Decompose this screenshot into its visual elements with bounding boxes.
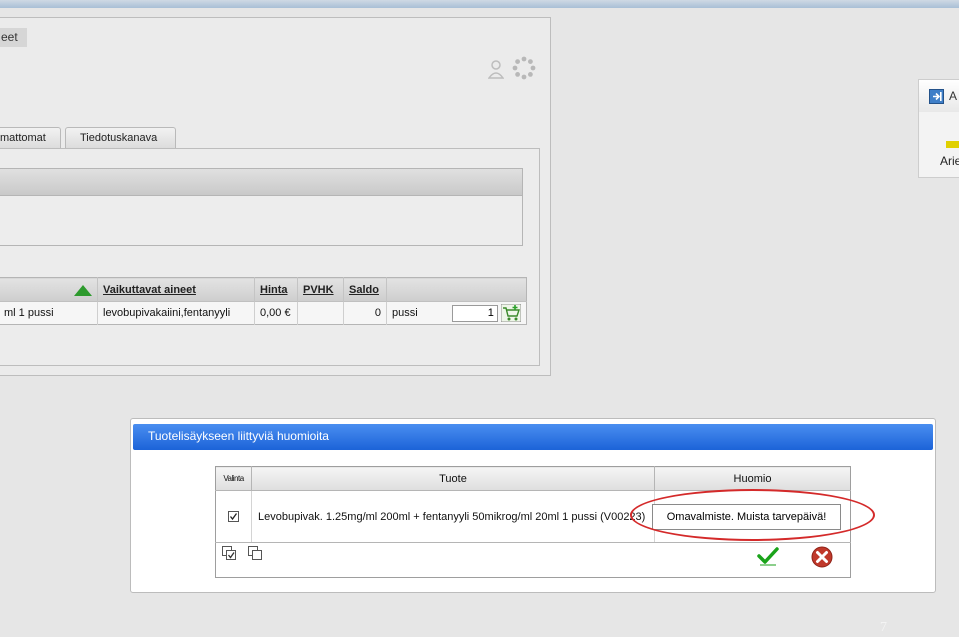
- column-header-balance[interactable]: Saldo: [343, 277, 387, 302]
- tab-tiedotuskanava[interactable]: Tiedotuskanava: [65, 127, 176, 148]
- product-name-cell: ml 1 pussi: [0, 301, 98, 325]
- note-cell: [652, 490, 851, 543]
- column-header-substances[interactable]: Vaikuttavat aineet: [97, 277, 255, 302]
- dialog-title: Tuotelisäykseen liittyviä huomioita: [148, 429, 329, 443]
- substances-cell: levobupivakaiini,fentanyyli: [97, 301, 255, 325]
- deselect-all-icon[interactable]: [248, 546, 262, 560]
- column-header-tuote: Tuote: [251, 466, 655, 491]
- tab-mattomat[interactable]: mattomat: [0, 127, 61, 148]
- right-widget-label: Arie: [940, 154, 959, 168]
- quantity-input[interactable]: [451, 304, 498, 322]
- table-row[interactable]: ml 1 pussi levobupivakaiini,fentanyyli 0…: [0, 301, 527, 325]
- tab-content: Vaikuttavat aineet Hinta PVHK Saldo ml 1…: [0, 148, 540, 366]
- top-bar: [0, 0, 959, 8]
- table-header-row: Vaikuttavat aineet Hinta PVHK Saldo: [0, 277, 527, 302]
- price-cell: 0,00 €: [254, 301, 298, 325]
- select-cell: [215, 490, 252, 543]
- empty-list-box: [0, 168, 523, 246]
- note-input[interactable]: [652, 503, 841, 530]
- notes-footer-row: [216, 543, 851, 578]
- unit-label: pussi: [392, 306, 418, 319]
- product-table: Vaikuttavat aineet Hinta PVHK Saldo ml 1…: [0, 277, 527, 325]
- checkmark-icon: [229, 513, 238, 521]
- column-header-order: [386, 277, 527, 302]
- page-number: 7: [880, 620, 887, 635]
- confirm-checkmark-icon[interactable]: [757, 546, 779, 566]
- empty-list-header: [0, 169, 522, 196]
- right-widget[interactable]: A Arie: [918, 79, 959, 178]
- select-checkbox[interactable]: [228, 511, 239, 522]
- order-cell: pussi: [386, 301, 527, 325]
- product-cell: Levobupivak. 1.25mg/ml 200ml + fentanyyl…: [251, 490, 655, 543]
- column-header-name[interactable]: [0, 277, 98, 302]
- notes-header-row: Valinta Tuote Huomio: [215, 466, 851, 491]
- select-all-icon[interactable]: [222, 546, 236, 560]
- main-panel: eet mattomat Tiedotuskanava Vaikuttavat …: [0, 17, 551, 376]
- balance-cell: 0: [343, 301, 387, 325]
- column-header-huomio: Huomio: [654, 466, 851, 491]
- notes-table: Valinta Tuote Huomio Levobupivak. 1.25mg…: [215, 466, 851, 578]
- dialog-header: Tuotelisäykseen liittyviä huomioita: [133, 424, 933, 450]
- footer-cell: [216, 543, 851, 578]
- table-row: Levobupivak. 1.25mg/ml 200ml + fentanyyl…: [215, 490, 851, 543]
- column-header-price[interactable]: Hinta: [254, 277, 298, 302]
- notes-dialog: Tuotelisäykseen liittyviä huomioita Vali…: [130, 418, 936, 593]
- column-header-pvhk[interactable]: PVHK: [297, 277, 344, 302]
- exit-icon[interactable]: [929, 89, 944, 104]
- loading-spinner-icon: [512, 56, 536, 80]
- cancel-close-icon[interactable]: [811, 546, 833, 568]
- sort-ascending-icon[interactable]: [74, 285, 92, 296]
- column-header-valinta: Valinta: [215, 466, 252, 491]
- add-to-cart-icon[interactable]: [500, 304, 521, 322]
- status-bar-indicator: [946, 141, 959, 148]
- user-icon[interactable]: [488, 59, 504, 79]
- right-widget-header: A: [919, 80, 959, 112]
- pvhk-cell: [297, 301, 344, 325]
- right-widget-title: A: [949, 89, 958, 103]
- panel-title: eet: [0, 28, 27, 47]
